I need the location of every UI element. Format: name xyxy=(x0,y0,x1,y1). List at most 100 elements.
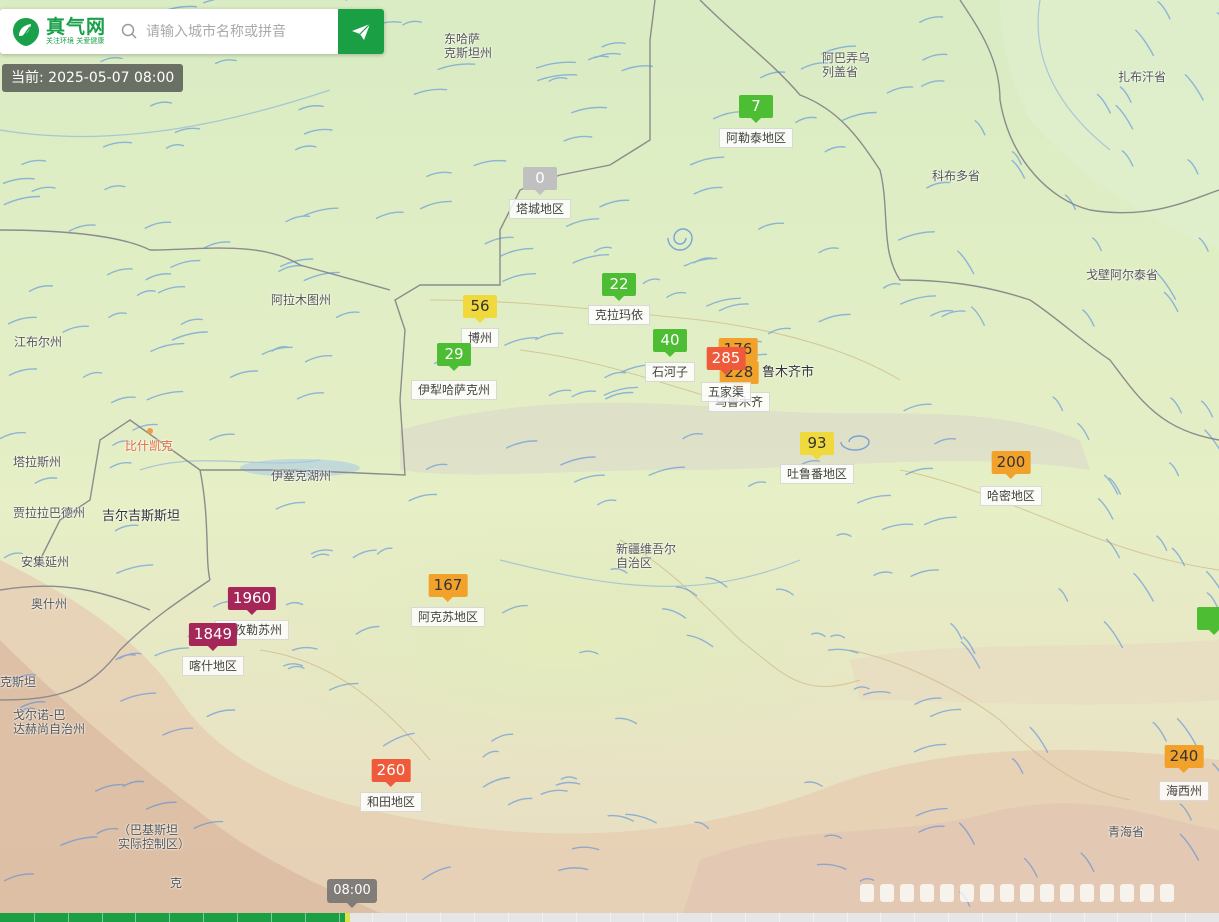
station-label[interactable]: 哈密地区 xyxy=(979,486,1043,506)
timeline-tick xyxy=(711,913,713,922)
aqi-marker[interactable]: 240 xyxy=(1164,745,1204,773)
place-label-line: 戈尔诺-巴 xyxy=(13,708,66,722)
place-label: 戈壁阿尔泰省 xyxy=(1086,268,1158,282)
timeline-tick xyxy=(203,913,205,922)
control-slot-icon[interactable] xyxy=(960,884,974,902)
place-label: 吉尔吉斯斯坦 xyxy=(102,510,180,524)
aqi-marker[interactable]: 167 xyxy=(428,574,468,602)
place-label: 贾拉拉巴德州 xyxy=(13,506,85,520)
place-label: 奥什州 xyxy=(31,597,67,611)
timeline-bar[interactable] xyxy=(0,913,1219,922)
aqi-marker[interactable]: 1960 xyxy=(227,587,277,615)
timeline-tick xyxy=(33,913,35,922)
station-label[interactable]: 克拉玛依 xyxy=(587,305,651,325)
timeline-tick xyxy=(237,913,239,922)
control-slot-icon[interactable] xyxy=(980,884,994,902)
logo-slogan: 关注环境 关爱健康 xyxy=(46,37,105,45)
logo[interactable]: 真气网 关注环境 关爱健康 xyxy=(0,9,112,54)
aqi-marker[interactable]: 0 xyxy=(523,167,557,195)
leaf-logo-icon xyxy=(13,17,39,46)
control-slot-icon[interactable] xyxy=(1080,884,1094,902)
timeline-tick xyxy=(372,913,374,922)
station-label[interactable]: 阿勒泰地区 xyxy=(718,128,794,148)
control-slot-icon[interactable] xyxy=(1160,884,1174,902)
control-slot-icon[interactable] xyxy=(1060,884,1074,902)
control-slot-icon[interactable] xyxy=(1040,884,1054,902)
place-label: 东哈萨 克斯坦州 xyxy=(444,32,492,60)
timeline-tick xyxy=(440,913,442,922)
search-bar: 真气网 关注环境 关爱健康 xyxy=(0,9,384,54)
station-label[interactable]: 塔城地区 xyxy=(508,199,572,219)
control-slot-icon[interactable] xyxy=(1120,884,1134,902)
control-slot-icon[interactable] xyxy=(940,884,954,902)
place-label-line: 东哈萨 xyxy=(444,32,481,46)
timeline-tick xyxy=(914,913,916,922)
place-label-line: 吉尔吉斯斯坦 xyxy=(102,509,181,524)
timeline-tick xyxy=(981,913,983,922)
aqi-marker[interactable]: 56 xyxy=(463,295,497,323)
aqi-marker[interactable]: 40 xyxy=(653,329,687,357)
timeline-cursor[interactable] xyxy=(345,913,351,922)
aqi-marker[interactable]: 260 xyxy=(371,759,411,787)
place-label: 克 xyxy=(170,876,182,890)
capital-dot xyxy=(147,428,153,434)
station-label[interactable]: 喀什地区 xyxy=(181,656,245,676)
aqi-marker[interactable]: 29 xyxy=(437,343,471,371)
place-label-line: （巴基斯坦 xyxy=(118,823,179,837)
timeline-time-tooltip: 08:00 xyxy=(327,879,377,908)
aqi-marker[interactable] xyxy=(1197,607,1219,635)
timeline-tick xyxy=(778,913,780,922)
place-label-line: 伊塞克湖州 xyxy=(271,469,332,483)
timeline-tick xyxy=(948,913,950,922)
aqi-marker[interactable]: 1849 xyxy=(188,623,238,651)
place-label: （巴基斯坦 实际控制区） xyxy=(118,823,190,851)
control-slot-icon[interactable] xyxy=(1100,884,1114,902)
timeline-tick xyxy=(101,913,103,922)
logo-title: 真气网 xyxy=(46,16,107,38)
control-slot-icon[interactable] xyxy=(900,884,914,902)
station-label[interactable]: 吐鲁番地区 xyxy=(779,464,855,484)
control-slot-icon[interactable] xyxy=(880,884,894,902)
place-label-line: 奥什州 xyxy=(31,597,68,611)
place-label-line: 安集延州 xyxy=(21,555,70,569)
timeline-tick xyxy=(575,913,577,922)
timeline-tick xyxy=(846,913,848,922)
station-label[interactable]: 石河子 xyxy=(644,362,696,382)
place-label: 阿巴弄乌 列盖省 xyxy=(822,51,870,79)
search-icon xyxy=(121,23,137,39)
control-slot-icon[interactable] xyxy=(1020,884,1034,902)
control-slot-icon[interactable] xyxy=(1000,884,1014,902)
timeline-tick xyxy=(880,913,882,922)
place-label-line: 戈壁阿尔泰省 xyxy=(1086,268,1159,282)
place-label: 科布多省 xyxy=(932,169,980,183)
station-label[interactable]: 阿克苏地区 xyxy=(410,607,486,627)
place-label-line: 新疆维吾尔 xyxy=(616,542,677,556)
aqi-marker[interactable]: 93 xyxy=(800,432,834,460)
station-label[interactable]: 伊犁哈萨克州 xyxy=(410,380,498,400)
place-label-line: 贾拉拉巴德州 xyxy=(13,506,86,520)
timeline-tick xyxy=(744,913,746,922)
search-input[interactable] xyxy=(144,22,334,41)
place-label-line: 青海省 xyxy=(1108,825,1145,839)
control-slot-icon[interactable] xyxy=(920,884,934,902)
current-time-badge: 当前: 2025-05-07 08:00 xyxy=(2,64,184,92)
aqi-marker[interactable]: 22 xyxy=(602,273,636,301)
station-label[interactable]: 海西州 xyxy=(1158,781,1210,801)
station-label[interactable]: 五家渠 xyxy=(700,382,752,402)
timeline-tick xyxy=(67,913,69,922)
timeline-tick xyxy=(1049,913,1051,922)
timeline-tick xyxy=(474,913,476,922)
station-label[interactable]: 和田地区 xyxy=(359,792,423,812)
aqi-marker[interactable]: 285 xyxy=(706,347,746,375)
control-slot-icon[interactable] xyxy=(1140,884,1154,902)
search-submit-button[interactable] xyxy=(338,9,384,54)
terrain-basemap xyxy=(0,0,1219,922)
place-label-line: 比什凯克 xyxy=(125,439,174,453)
place-label-line: 科布多省 xyxy=(932,169,981,183)
aqi-marker[interactable]: 7 xyxy=(739,95,773,123)
control-slot-icon[interactable] xyxy=(860,884,874,902)
place-label: 新疆维吾尔 自治区 xyxy=(616,542,676,570)
aqi-marker[interactable]: 200 xyxy=(991,451,1031,479)
map-canvas[interactable]: 东哈萨 克斯坦州 阿巴弄乌 列盖省 扎布汗省 科布多省 戈壁阿尔泰省 阿拉木图州 江布尔州 比什凯… xyxy=(0,0,1219,922)
place-label: 安集延州 xyxy=(21,555,69,569)
